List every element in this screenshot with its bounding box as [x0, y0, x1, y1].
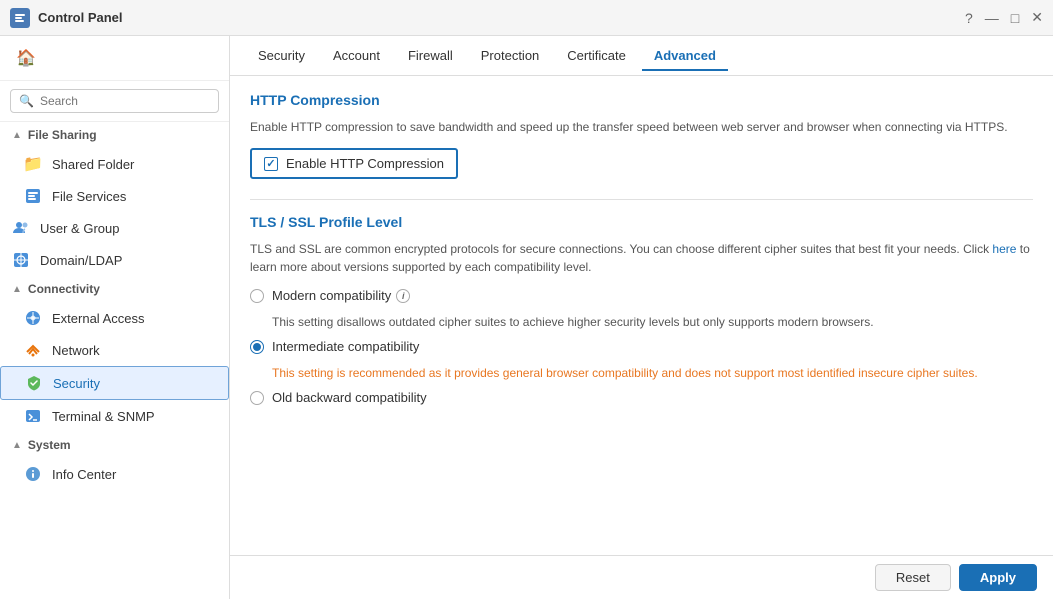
radio-old-label: Old backward compatibility — [272, 390, 427, 405]
radio-intermediate-label: Intermediate compatibility — [272, 339, 419, 354]
apply-button[interactable]: Apply — [959, 564, 1037, 591]
http-compression-desc: Enable HTTP compression to save bandwidt… — [250, 118, 1033, 136]
sidebar-item-user-group[interactable]: User & Group — [0, 212, 229, 244]
close-button[interactable]: ✕ — [1031, 9, 1043, 26]
section-divider — [250, 199, 1033, 200]
search-input[interactable] — [40, 94, 210, 108]
http-compression-checkbox[interactable]: ✓ — [264, 157, 278, 171]
tls-title: TLS / SSL Profile Level — [250, 214, 1033, 230]
sidebar-item-shared-folder-label: Shared Folder — [52, 157, 134, 172]
section-file-sharing[interactable]: ▲ File Sharing — [0, 122, 229, 148]
window-controls: ? — □ ✕ — [965, 9, 1043, 26]
sidebar-item-external-access-label: External Access — [52, 311, 145, 326]
check-icon: ✓ — [266, 157, 275, 170]
sidebar-item-info-center-label: Info Center — [52, 467, 116, 482]
terminal-snmp-icon — [24, 407, 42, 425]
sidebar-item-external-access[interactable]: External Access — [0, 302, 229, 334]
folder-icon: 📁 — [24, 155, 42, 173]
sidebar-item-security-label: Security — [53, 376, 100, 391]
user-group-icon — [12, 219, 30, 237]
http-compression-checkbox-row[interactable]: ✓ Enable HTTP Compression — [250, 148, 458, 179]
sidebar-item-security[interactable]: Security — [0, 366, 229, 400]
tls-desc: TLS and SSL are common encrypted protoco… — [250, 240, 1033, 276]
radio-old-circle[interactable] — [250, 391, 264, 405]
radio-old[interactable]: Old backward compatibility — [250, 390, 1033, 405]
section-file-sharing-label: File Sharing — [28, 128, 97, 142]
http-compression-label: Enable HTTP Compression — [286, 156, 444, 171]
tls-here-link[interactable]: here — [992, 242, 1016, 256]
home-button[interactable]: 🏠 — [12, 44, 40, 72]
section-system-label: System — [28, 438, 71, 452]
sidebar-item-network-label: Network — [52, 343, 100, 358]
http-compression-section: HTTP Compression Enable HTTP compression… — [250, 92, 1033, 195]
security-icon — [25, 374, 43, 392]
search-container: 🔍 — [0, 81, 229, 122]
sidebar: 🏠 🔍 ▲ File Sharing 📁 Shared Folder File … — [0, 36, 230, 599]
radio-modern[interactable]: Modern compatibility i — [250, 288, 1033, 303]
reset-button[interactable]: Reset — [875, 564, 951, 591]
info-center-icon — [24, 465, 42, 483]
sidebar-item-terminal-snmp-label: Terminal & SNMP — [52, 409, 155, 424]
search-icon: 🔍 — [19, 94, 34, 108]
maximize-button[interactable]: □ — [1011, 10, 1019, 26]
section-system[interactable]: ▲ System — [0, 432, 229, 458]
sidebar-item-shared-folder[interactable]: 📁 Shared Folder — [0, 148, 229, 180]
external-access-icon — [24, 309, 42, 327]
content-footer: Reset Apply — [230, 555, 1053, 599]
sidebar-item-user-group-label: User & Group — [40, 221, 119, 236]
sidebar-item-info-center[interactable]: Info Center — [0, 458, 229, 490]
tab-security[interactable]: Security — [246, 42, 317, 71]
section-connectivity-label: Connectivity — [28, 282, 100, 296]
help-button[interactable]: ? — [965, 10, 973, 26]
tab-account[interactable]: Account — [321, 42, 392, 71]
radio-modern-circle[interactable] — [250, 289, 264, 303]
tab-advanced[interactable]: Advanced — [642, 42, 728, 71]
radio-intermediate-circle[interactable] — [250, 340, 264, 354]
main-layout: 🏠 🔍 ▲ File Sharing 📁 Shared Folder File … — [0, 36, 1053, 599]
caret-icon: ▲ — [12, 130, 22, 141]
network-icon — [24, 341, 42, 359]
title-bar-left: Control Panel — [10, 8, 123, 28]
tls-desc-before: TLS and SSL are common encrypted protoco… — [250, 242, 992, 256]
caret-system-icon: ▲ — [12, 440, 22, 451]
sidebar-item-domain-ldap-label: Domain/LDAP — [40, 253, 122, 268]
search-box[interactable]: 🔍 — [10, 89, 219, 113]
sidebar-item-domain-ldap[interactable]: Domain/LDAP — [0, 244, 229, 276]
caret-connectivity-icon: ▲ — [12, 284, 22, 295]
content-body: HTTP Compression Enable HTTP compression… — [230, 76, 1053, 555]
tab-protection[interactable]: Protection — [469, 42, 552, 71]
domain-ldap-icon — [12, 251, 30, 269]
tab-firewall[interactable]: Firewall — [396, 42, 465, 71]
title-bar: Control Panel ? — □ ✕ — [0, 0, 1053, 36]
tab-certificate[interactable]: Certificate — [555, 42, 638, 71]
tabs-bar: Security Account Firewall Protection Cer… — [230, 36, 1053, 76]
tls-section: TLS / SSL Profile Level TLS and SSL are … — [250, 214, 1033, 405]
app-title: Control Panel — [38, 10, 123, 25]
sidebar-item-network[interactable]: Network — [0, 334, 229, 366]
section-connectivity[interactable]: ▲ Connectivity — [0, 276, 229, 302]
radio-modern-desc: This setting disallows outdated cipher s… — [272, 313, 1033, 331]
file-services-icon — [24, 187, 42, 205]
sidebar-item-file-services[interactable]: File Services — [0, 180, 229, 212]
http-compression-title: HTTP Compression — [250, 92, 1033, 108]
content-area: Security Account Firewall Protection Cer… — [230, 36, 1053, 599]
sidebar-item-file-services-label: File Services — [52, 189, 126, 204]
radio-intermediate-desc: This setting is recommended as it provid… — [272, 364, 1033, 382]
radio-intermediate[interactable]: Intermediate compatibility — [250, 339, 1033, 354]
info-icon[interactable]: i — [396, 289, 410, 303]
sidebar-item-terminal-snmp[interactable]: Terminal & SNMP — [0, 400, 229, 432]
minimize-button[interactable]: — — [985, 10, 999, 26]
radio-modern-label: Modern compatibility i — [272, 288, 410, 303]
app-icon — [10, 8, 30, 28]
